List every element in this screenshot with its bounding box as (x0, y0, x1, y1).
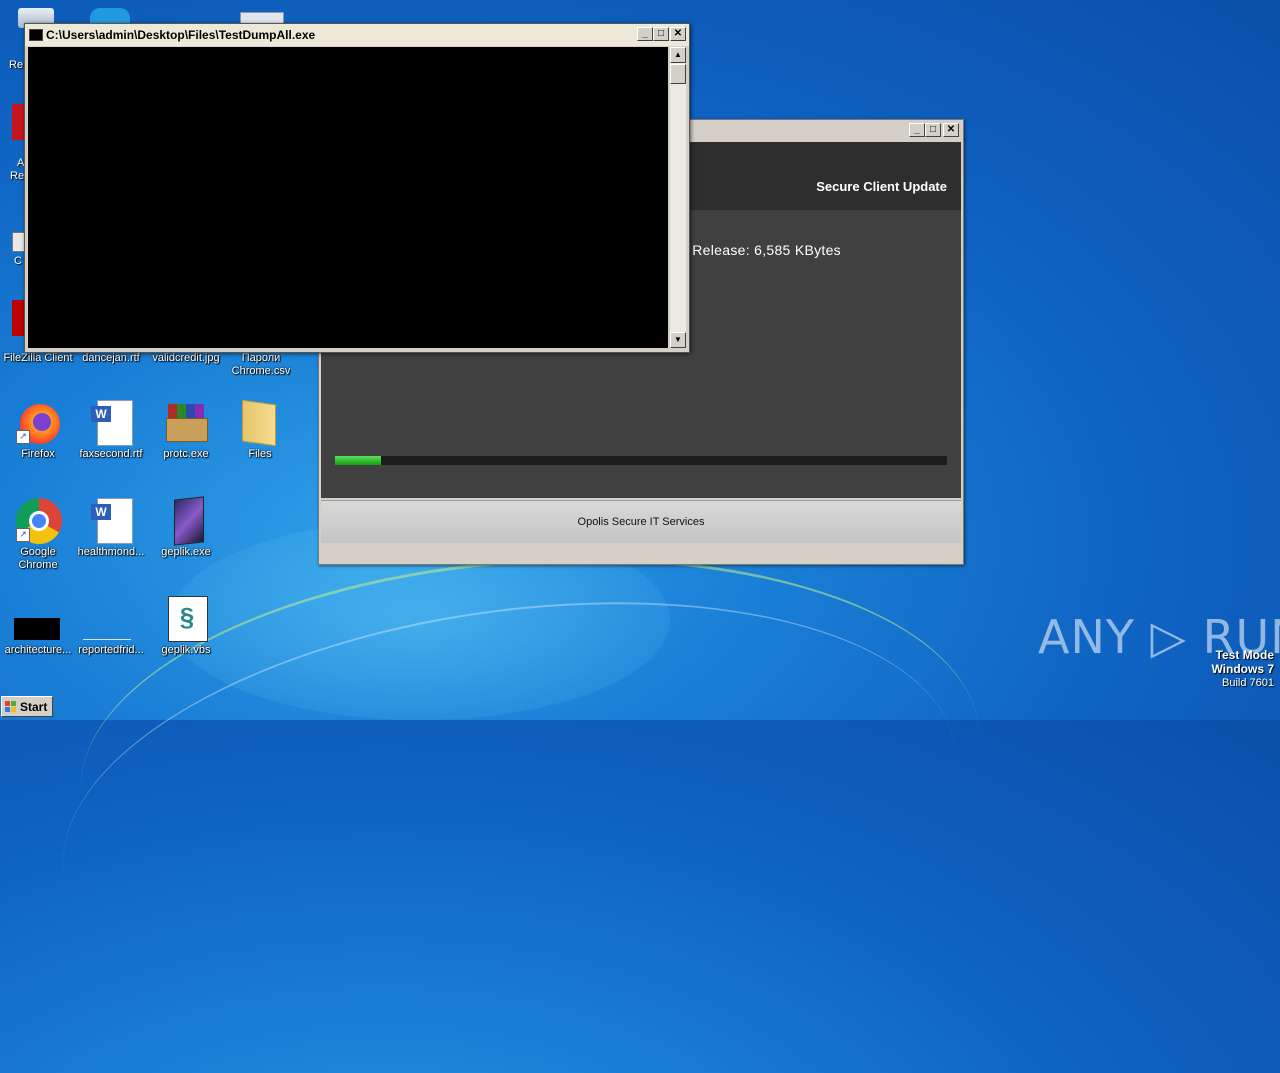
icon-label: Пароли Chrome.csv (231, 352, 291, 377)
scroll-down-icon[interactable]: ▼ (670, 332, 686, 348)
icon-label: reportedfrid... (78, 644, 144, 656)
desktop-icon-geplik-exe[interactable]: geplik.exe (148, 496, 224, 559)
close-button[interactable]: ✕ (943, 123, 959, 137)
system-info: Test Mode Windows 7 Build 7601 (1211, 648, 1274, 690)
desktop-icon-paroli-chrome[interactable]: Пароли Chrome.csv (223, 352, 299, 378)
icon-label: dancejan.rtf (82, 352, 140, 364)
script-file-icon: § (164, 596, 208, 642)
start-label: Start (20, 700, 48, 714)
icon-label: validcredit.jpg (152, 352, 220, 364)
desktop-icon-healthmond[interactable]: W healthmond... (73, 498, 149, 559)
desktop-icon-faxsecond[interactable]: W faxsecond.rtf (73, 400, 149, 461)
icon-label: Firefox (21, 448, 55, 460)
icon-label: protc.exe (163, 448, 209, 460)
desktop-icon-files[interactable]: Files (222, 399, 298, 461)
desktop-icon-firefox[interactable]: ↗ Firefox (0, 400, 76, 461)
icon-label: Google Chrome (18, 546, 58, 571)
chrome-icon: ↗ (16, 498, 62, 544)
desktop-icon-protc[interactable]: protc.exe (148, 400, 224, 461)
desktop-icon-geplik-vbs[interactable]: § geplik.vbs (148, 596, 224, 657)
icon-label: faxsecond.rtf (79, 448, 143, 460)
console-window[interactable]: C:\Users\admin\Desktop\Files\TestDumpAll… (24, 23, 690, 353)
close-button[interactable]: ✕ (670, 27, 686, 41)
windows-version-text: Windows 7 (1211, 662, 1274, 676)
icon-label: FileZilla Client (3, 352, 73, 364)
firefox-icon: ↗ (16, 400, 60, 444)
desktop-icon-validcredit[interactable]: validcredit.jpg (148, 352, 224, 365)
progress-fill (335, 456, 381, 465)
scroll-thumb[interactable] (670, 64, 686, 84)
partial-label: C (14, 255, 22, 267)
application-icon (164, 496, 208, 546)
word-document-icon: W (89, 498, 133, 544)
file-icon (83, 596, 133, 640)
icon-label: geplik.exe (161, 546, 211, 558)
desktop-icon-reportedfrid[interactable]: reportedfrid... (73, 596, 149, 657)
filezilla-icon[interactable] (12, 300, 24, 336)
console-title: C:\Users\admin\Desktop\Files\TestDumpAll… (46, 28, 316, 42)
acrobat-reader-icon[interactable] (12, 104, 24, 140)
winrar-archive-icon (164, 400, 208, 444)
icon-label: architecture... (4, 644, 72, 656)
update-title: Secure Client Update (816, 179, 947, 194)
test-mode-text: Test Mode (1215, 648, 1274, 662)
word-document-icon: W (89, 400, 133, 446)
build-text: Build 7601 (1222, 677, 1274, 689)
partial-label: Re (9, 59, 24, 71)
shortcut-arrow-icon: ↗ (16, 430, 30, 444)
console-icon (29, 29, 43, 41)
desktop-icon-chrome[interactable]: ↗ Google Chrome (0, 498, 76, 572)
file-icon (14, 596, 60, 640)
start-button[interactable]: Start (1, 696, 53, 717)
download-progress-bar (335, 456, 947, 465)
icon-label: Files (248, 448, 272, 460)
console-titlebar[interactable]: C:\Users\admin\Desktop\Files\TestDumpAll… (25, 24, 689, 47)
windows-flag-icon (5, 701, 17, 713)
desktop-icon-filezilla[interactable]: FileZilla Client (0, 352, 76, 365)
maximize-button[interactable]: □ (653, 27, 669, 41)
desktop-icon-dancejan[interactable]: dancejan.rtf (73, 352, 149, 365)
update-footer: Opolis Secure IT Services (321, 500, 961, 543)
shortcut-arrow-icon: ↗ (16, 528, 30, 542)
desktop-icon-architecture[interactable]: architecture... (0, 596, 76, 657)
icon-label: geplik.vbs (161, 644, 211, 656)
minimize-button[interactable]: _ (637, 27, 653, 41)
vertical-scrollbar[interactable]: ▲ ▼ (670, 47, 686, 348)
skype-icon[interactable] (90, 8, 130, 24)
partial-label: Re (10, 170, 25, 182)
console-output-area[interactable] (28, 47, 668, 348)
minimize-button[interactable]: _ (909, 123, 925, 137)
scroll-up-icon[interactable]: ▲ (670, 47, 686, 63)
icon-label: healthmond... (77, 546, 145, 558)
folder-icon (238, 399, 282, 447)
maximize-button[interactable]: □ (925, 123, 941, 137)
